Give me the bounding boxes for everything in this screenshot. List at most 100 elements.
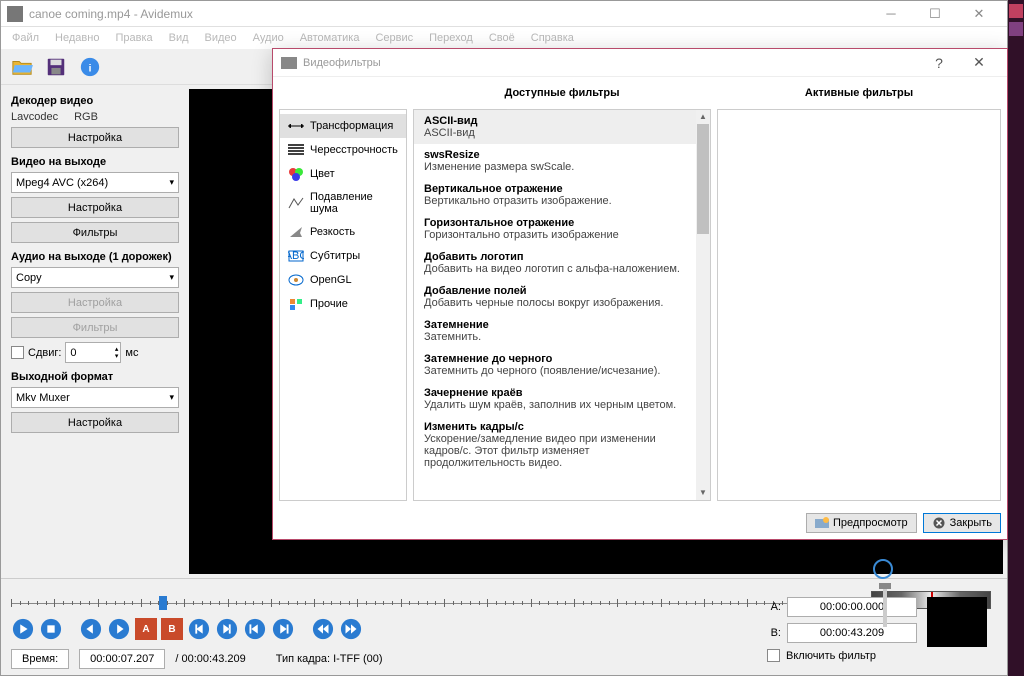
- category-panel: Трансформация Чересстрочность Цвет Подав…: [279, 109, 407, 501]
- bottom-panel: A B Время: 00:00:07.207 / 00:00:43.209 Т…: [1, 578, 1007, 675]
- prev-black-button[interactable]: [243, 617, 267, 641]
- shift-checkbox[interactable]: [11, 346, 24, 359]
- time-label-box: Время:: [11, 649, 69, 669]
- info-icon[interactable]: i: [77, 54, 103, 80]
- menu-auto[interactable]: Автоматика: [293, 30, 367, 46]
- volume-slider[interactable]: [883, 583, 887, 627]
- ruler-ticks: [11, 599, 877, 607]
- scroll-up-icon[interactable]: ▲: [696, 110, 710, 124]
- menu-tools[interactable]: Сервис: [368, 30, 420, 46]
- video-filters-button[interactable]: Фильтры: [11, 222, 179, 243]
- include-filter-checkbox[interactable]: [767, 649, 780, 662]
- filter-desc: Горизонтально отразить изображение: [424, 229, 686, 241]
- menu-help[interactable]: Справка: [524, 30, 581, 46]
- shift-label: Сдвиг:: [28, 347, 61, 359]
- timeline-handle[interactable]: [159, 596, 167, 610]
- category-subtitles[interactable]: ABCСубтитры: [280, 244, 406, 268]
- total-time: / 00:00:43.209: [175, 653, 245, 665]
- filter-list[interactable]: ASCII-видASCII-видswsResizeИзменение раз…: [414, 110, 696, 500]
- dialog-help-button[interactable]: ?: [919, 55, 959, 71]
- menu-video[interactable]: Видео: [198, 30, 244, 46]
- output-format-value: Mkv Muxer: [16, 392, 70, 404]
- category-misc[interactable]: Прочие: [280, 292, 406, 316]
- marker-b-button[interactable]: B: [161, 618, 183, 640]
- dialog-titlebar: Видеофильтры ? ✕: [273, 49, 1007, 77]
- desktop-icon[interactable]: [1009, 4, 1023, 18]
- b-time[interactable]: 00:00:43.209: [787, 623, 917, 643]
- filter-desc: Вертикально отразить изображение.: [424, 195, 686, 207]
- menu-audio[interactable]: Аудио: [246, 30, 291, 46]
- dialog-close-button[interactable]: ✕: [959, 54, 999, 71]
- window-title: canoe coming.mp4 - Avidemux: [29, 7, 869, 21]
- filter-item[interactable]: Зачернение краёвУдалить шум краёв, запол…: [414, 382, 696, 416]
- menu-edit[interactable]: Правка: [108, 30, 159, 46]
- filter-item[interactable]: Добавить логотипДобавить на видео логоти…: [414, 246, 696, 280]
- close-button[interactable]: ✕: [957, 1, 1001, 27]
- misc-icon: [288, 297, 304, 311]
- maximize-button[interactable]: ☐: [913, 1, 957, 27]
- filter-item[interactable]: Изменить кадры/сУскорение/замедление вид…: [414, 416, 696, 474]
- menu-recent[interactable]: Недавно: [48, 30, 106, 46]
- filter-item[interactable]: ЗатемнениеЗатемнить.: [414, 314, 696, 348]
- filter-desc: Удалить шум краёв, заполнив их черным цв…: [424, 399, 686, 411]
- minimize-button[interactable]: ─: [869, 1, 913, 27]
- filter-name: Горизонтальное отражение: [424, 217, 686, 229]
- filter-item[interactable]: Затемнение до черногоЗатемнить до черног…: [414, 348, 696, 382]
- b-label: B:: [767, 627, 781, 639]
- category-color[interactable]: Цвет: [280, 162, 406, 186]
- filter-item[interactable]: ASCII-видASCII-вид: [414, 110, 696, 144]
- menu-goto[interactable]: Переход: [422, 30, 480, 46]
- available-header: Доступные фильтры: [407, 83, 717, 103]
- dialog-buttons: Предпросмотр Закрыть: [273, 507, 1007, 539]
- marker-a-button[interactable]: A: [135, 618, 157, 640]
- shift-unit: мс: [125, 347, 138, 359]
- goto-end-button[interactable]: [339, 617, 363, 641]
- category-noise[interactable]: Подавление шума: [280, 186, 406, 220]
- category-sharpness[interactable]: Резкость: [280, 220, 406, 244]
- filter-scrollbar[interactable]: ▲ ▼: [696, 110, 710, 500]
- audio-codec-select[interactable]: Copy: [11, 267, 179, 288]
- filter-item[interactable]: Вертикальное отражениеВертикально отрази…: [414, 178, 696, 212]
- filter-desc: Изменение размера swScale.: [424, 161, 686, 173]
- scroll-down-icon[interactable]: ▼: [696, 486, 710, 500]
- decoder-settings-button[interactable]: Настройка: [11, 127, 179, 148]
- filter-desc: Затемнить.: [424, 331, 686, 343]
- menu-custom[interactable]: Своё: [482, 30, 522, 46]
- stop-button[interactable]: [39, 617, 63, 641]
- goto-start-button[interactable]: [311, 617, 335, 641]
- next-keyframe-button[interactable]: [215, 617, 239, 641]
- output-settings-button[interactable]: Настройка: [11, 412, 179, 433]
- video-settings-button[interactable]: Настройка: [11, 197, 179, 218]
- category-transform[interactable]: Трансформация: [280, 114, 406, 138]
- next-black-button[interactable]: [271, 617, 295, 641]
- close-x-icon: [932, 517, 946, 529]
- filter-item[interactable]: Горизонтальное отражениеГоризонтально от…: [414, 212, 696, 246]
- prev-keyframe-button[interactable]: [187, 617, 211, 641]
- close-dialog-button[interactable]: Закрыть: [923, 513, 1001, 533]
- desktop-icon[interactable]: [1009, 22, 1023, 36]
- output-format-select[interactable]: Mkv Muxer: [11, 387, 179, 408]
- filter-item[interactable]: swsResizeИзменение размера swScale.: [414, 144, 696, 178]
- category-opengl[interactable]: OpenGL: [280, 268, 406, 292]
- active-filters-panel[interactable]: [717, 109, 1001, 501]
- open-icon[interactable]: [9, 54, 35, 80]
- play-button[interactable]: [11, 617, 35, 641]
- shift-spinner[interactable]: 0: [65, 342, 121, 363]
- preview-button[interactable]: Предпросмотр: [806, 513, 917, 533]
- filter-item[interactable]: Добавление полейДобавить черные полосы в…: [414, 280, 696, 314]
- a-time[interactable]: 00:00:00.000: [787, 597, 917, 617]
- next-frame-button[interactable]: [107, 617, 131, 641]
- menu-view[interactable]: Вид: [162, 30, 196, 46]
- video-codec-select[interactable]: Mpeg4 AVC (x264): [11, 172, 179, 193]
- prev-frame-button[interactable]: [79, 617, 103, 641]
- filter-desc: ASCII-вид: [424, 127, 686, 139]
- decoder-info: Lavcodec RGB: [11, 111, 179, 123]
- menu-file[interactable]: Файл: [5, 30, 46, 46]
- category-interlace[interactable]: Чересстрочность: [280, 138, 406, 162]
- current-time-box[interactable]: 00:00:07.207: [79, 649, 165, 669]
- save-icon[interactable]: [43, 54, 69, 80]
- volume-dial-icon[interactable]: [873, 559, 893, 579]
- ab-block: A:00:00:00.000 B:00:00:43.209 Включить ф…: [767, 597, 917, 667]
- output-format-label: Выходной формат: [11, 371, 179, 383]
- filter-name: Зачернение краёв: [424, 387, 686, 399]
